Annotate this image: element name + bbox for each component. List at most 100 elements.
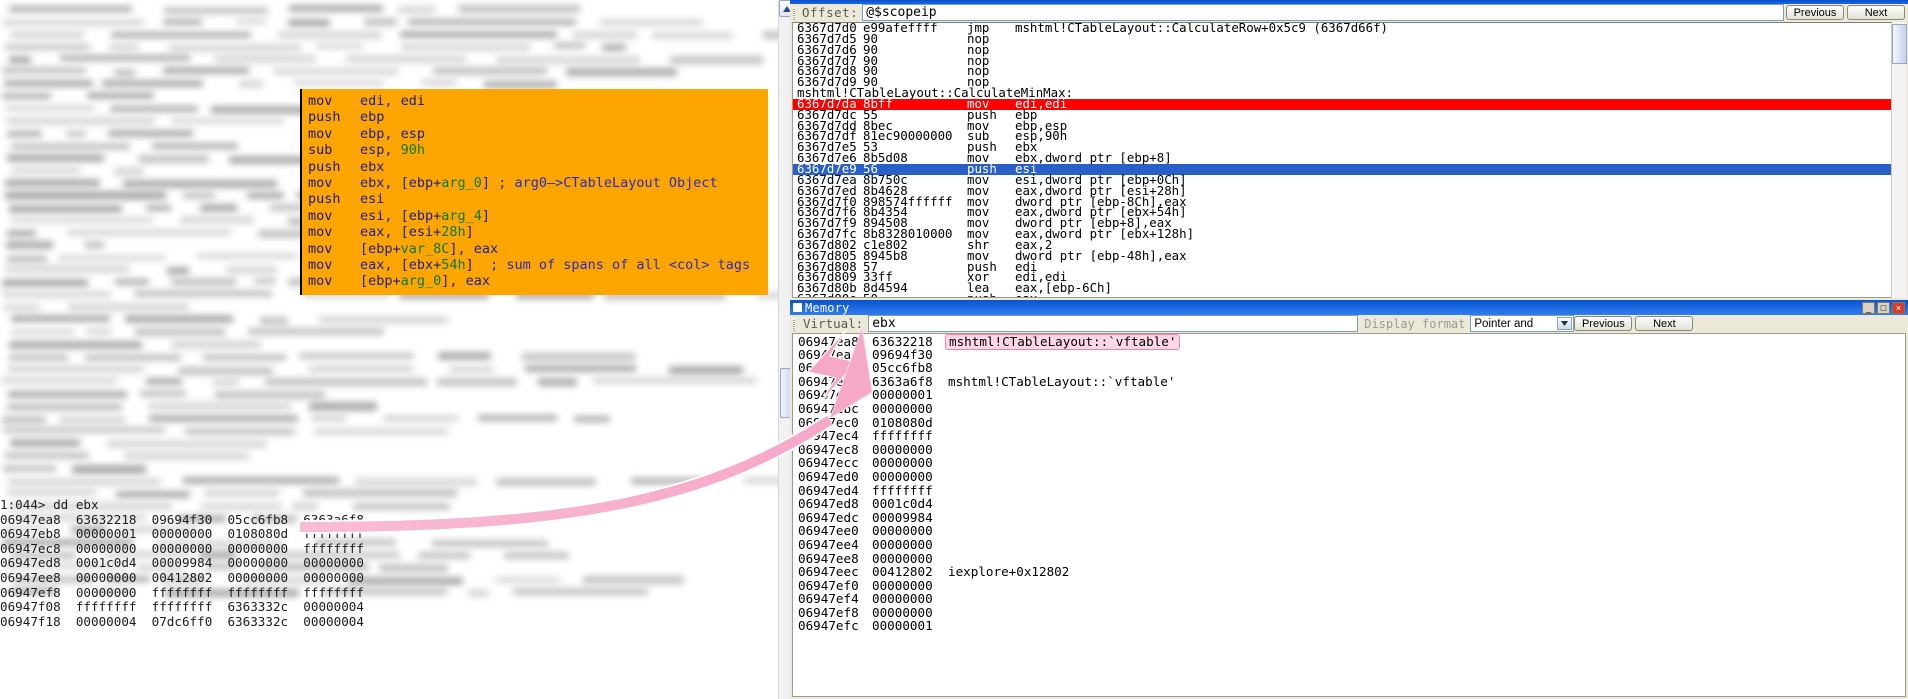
disassembly-line[interactable]: 6367d805 8945b8 mov dword ptr [ebp-48h],eax — [793, 249, 1905, 262]
memory-row[interactable]: 06947ed8 0001c0d4 — [793, 497, 1905, 511]
blurred-text-line — [7, 391, 128, 399]
memory-value: 00000000 — [872, 536, 933, 552]
disassembly-line[interactable]: 6367d809 33ff xor edi,edi — [793, 271, 1905, 283]
memory-row[interactable]: 06947ed4 ffffffff — [793, 483, 1905, 498]
memory-row[interactable]: 06947eb0 05cc6fb8 — [793, 361, 1905, 375]
memory-value: 00000000 — [872, 550, 933, 566]
disassembly-line[interactable]: 6367d7f0 898574ffffff mov dword ptr [ebp-8C… — [793, 195, 1905, 208]
instruction-bytes: 8b5d08 — [863, 150, 908, 166]
maximize-button[interactable]: □ — [1877, 301, 1890, 314]
memory-row[interactable]: 06947ecc 00000000 — [793, 456, 1905, 470]
chevron-down-icon[interactable] — [1557, 317, 1573, 330]
memory-value: 00000000 — [872, 441, 933, 457]
memory-row[interactable]: 06947ef4 00000000 — [793, 592, 1905, 606]
blurred-text-line — [2, 92, 52, 99]
offset-input[interactable]: @$scopeip — [862, 4, 1784, 21]
display-format-select[interactable]: Pointer and — [1470, 315, 1575, 332]
disassembly-line[interactable]: 6367d7d5 90 nop — [793, 32, 1905, 45]
disassembly-line[interactable]: 6367d7e5 53 push ebx — [793, 141, 1905, 153]
memory-row[interactable]: 06947ef0 00000000 — [793, 579, 1905, 593]
blurred-text-line — [8, 204, 122, 213]
memory-row[interactable]: 06947eb4 6363a6f8 mshtml!CTableLayout::`vf… — [793, 374, 1905, 389]
disassembly-line[interactable]: 6367d7dc 55 push ebp — [793, 108, 1905, 121]
blurred-text-line — [212, 378, 239, 386]
disasm-previous-button[interactable]: Previous — [1786, 5, 1844, 20]
memory-row[interactable]: 06947ebc 00000000 — [793, 402, 1905, 416]
ida-operand-value: 90h — [400, 142, 426, 159]
memory-row[interactable]: 06947ec4 ffffffff — [793, 429, 1905, 443]
disassembly-line[interactable]: 6367d7fc 8b8328010000 mov eax,dword ptr [eb… — [793, 227, 1905, 240]
ida-mnemonic: push — [308, 109, 341, 126]
blurred-text-line — [163, 6, 268, 14]
disassembly-line[interactable]: 6367d7df 81ec90000000 sub esp,90h — [793, 130, 1905, 142]
disassembly-line[interactable]: 6367d802 c1e802 shr eax,2 — [793, 238, 1905, 251]
blurred-text-line — [151, 142, 238, 149]
blurred-text-line — [5, 43, 90, 50]
ida-mnemonic: push — [308, 158, 341, 175]
disassembly-line[interactable]: 6367d7dd 8bec mov ebp,esp — [793, 119, 1905, 132]
memory-row[interactable]: 06947ee0 00000000 — [793, 524, 1905, 538]
memory-value: 0108080d — [872, 414, 933, 430]
virtual-address-input[interactable]: ebx — [868, 315, 1359, 332]
memory-row[interactable]: 06947ee8 00000000 — [793, 550, 1905, 566]
disassembly-line[interactable]: 6367d7d8 90 nop — [793, 65, 1905, 77]
blurred-text-line — [2, 278, 88, 287]
disassembly-line[interactable]: 6367d7d6 90 nop — [793, 43, 1905, 56]
disassembly-line[interactable]: 6367d7e9 56 push esi — [793, 162, 1905, 175]
disassembly-line[interactable]: 6367d808 57 push edi — [793, 260, 1905, 273]
memory-dump-listing[interactable]: 06947ea8 63632218 mshtml!CTableLayout::`vf… — [792, 333, 1906, 697]
memory-value: 00412802 — [872, 564, 933, 580]
blurred-text-line — [58, 254, 167, 262]
blurred-text-line — [383, 415, 459, 422]
blurred-text-line — [66, 130, 87, 138]
disassembly-line[interactable]: 6367d7ed 8b4628 mov eax,dword ptr [esi+28h] — [793, 184, 1905, 197]
disassembly-line[interactable]: 6367d7e6 8b5d08 mov ebx,dword ptr [ebp+8] — [793, 150, 1905, 166]
disassembly-listing[interactable]: 6367d7d0 e99afeffff jmp mshtml!CTableLayout… — [792, 22, 1906, 298]
disassembly-line[interactable]: 6367d80b 8d4594 lea eax,[ebp-6Ch] — [793, 282, 1905, 294]
windbg-output-line: 1:044> dd ebx — [0, 497, 99, 512]
blurred-text-line — [140, 389, 187, 397]
disassembly-symbol-line[interactable]: mshtml!CTableLayout::CalculateMinMax: — [793, 86, 1905, 99]
disassembly-line[interactable]: 6367d80e50pusheax — [793, 292, 1905, 297]
memory-row[interactable]: 06947ef8 00000000 — [793, 606, 1905, 620]
memory-row[interactable]: 06947ec0 0108080d — [793, 414, 1905, 430]
ida-operand-tail: ], eax — [441, 273, 491, 290]
minimize-button[interactable]: _ — [1862, 301, 1875, 314]
disasm-next-button[interactable]: Next — [1847, 5, 1905, 20]
memory-row[interactable]: 06947edc 00009984 — [793, 511, 1905, 525]
blurred-text-line — [148, 402, 292, 411]
memory-previous-button[interactable]: Previous — [1574, 316, 1633, 331]
ida-operand-tail: ], eax — [449, 240, 499, 257]
memory-row[interactable]: 06947efc 00000001 — [793, 619, 1905, 633]
toolbar-grip[interactable] — [792, 5, 799, 20]
disassembly-scrollbar[interactable] — [1891, 22, 1907, 298]
ida-operand: eax, [ebx+ — [360, 256, 442, 273]
blurred-text-line — [162, 67, 249, 74]
disassembly-line[interactable]: 6367d7d7 90 nop — [793, 54, 1905, 67]
memory-window-icon — [793, 303, 802, 312]
disassembly-line[interactable]: 6367d7d0 e99afeffff jmp mshtml!CTableLayout… — [793, 23, 1905, 34]
disassembly-line[interactable]: 6367d7da 8bff mov edi,edi — [793, 97, 1905, 110]
memory-row[interactable]: 06947eac 09694f30 — [793, 347, 1905, 362]
memory-toolbar-grip[interactable] — [792, 316, 799, 331]
blurred-text-line — [167, 267, 189, 276]
disassembly-line[interactable]: 6367d7ea 8b750c mov esi,dword ptr [ebp+0Ch] — [793, 173, 1905, 186]
memory-row[interactable]: 06947eb8 00000001 — [793, 388, 1905, 402]
blurred-text-line — [495, 55, 640, 65]
memory-next-button[interactable]: Next — [1635, 316, 1694, 331]
memory-row[interactable]: 06947ed0 00000000 — [793, 470, 1905, 484]
memory-row[interactable]: 06947ea8 63632218 mshtml!CTableLayout::`vf… — [793, 334, 1905, 350]
memory-row[interactable]: 06947ee4 00000000 — [793, 538, 1905, 552]
memory-value: 00000000 — [872, 523, 933, 539]
disassembly-scrollbar-thumb[interactable] — [1892, 24, 1907, 64]
close-button[interactable]: × — [1892, 301, 1905, 314]
blurred-text-line — [109, 105, 198, 113]
disassembly-line[interactable]: 6367d7f9 894508 mov dword ptr [ebp+8],eax — [793, 216, 1905, 229]
ida-operand: edi, edi — [360, 93, 426, 109]
memory-address: 06947ee0 — [798, 523, 859, 539]
memory-row[interactable]: 06947eec 00412802 iexplore+0x12802 — [793, 565, 1905, 579]
window-buttons: _ □ × — [1862, 301, 1908, 314]
blurred-text-line — [4, 178, 100, 187]
disassembly-line[interactable]: 6367d7f6 8b4354 mov eax,dword ptr [ebx+54h] — [793, 206, 1905, 218]
memory-row[interactable]: 06947ec8 00000000 — [793, 443, 1905, 457]
